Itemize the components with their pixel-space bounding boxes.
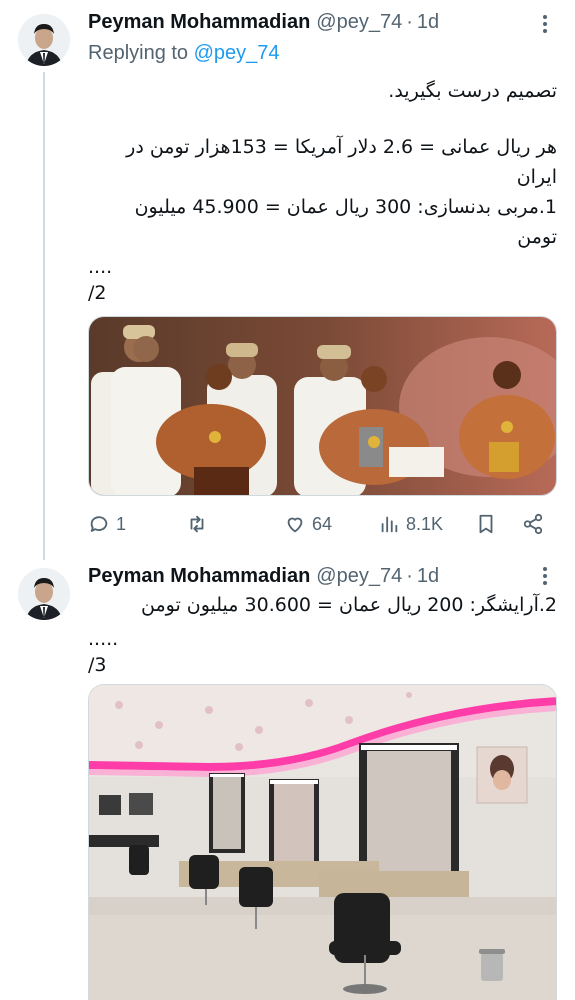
tweet-text-ellipsis: .... <box>88 256 113 278</box>
share-button[interactable] <box>522 510 544 538</box>
author-handle[interactable]: @pey_74 <box>316 11 402 34</box>
tweet-text-line-1: 2.آرایشگر: 200 ریال عمان = 30.600 میلیون… <box>140 594 557 616</box>
salon-photo-icon <box>89 685 556 1000</box>
tweet-image-bodybuilding[interactable] <box>88 316 557 496</box>
retweet-button[interactable] <box>186 510 214 538</box>
bookmark-button[interactable] <box>475 510 497 538</box>
tweet-header: Peyman Mohammadian @pey_74 · 1d <box>88 10 439 34</box>
tweet-text-thread-number: /2 <box>88 282 107 304</box>
replying-to-label: Replying to <box>88 42 189 64</box>
avatar[interactable] <box>18 14 70 66</box>
like-count: 64 <box>312 513 333 534</box>
tweet-actions: 1 64 8.1K <box>88 510 557 538</box>
view-count: 8.1K <box>406 513 444 534</box>
replying-to-handle[interactable]: @pey_74 <box>194 42 280 64</box>
heart-icon <box>287 517 303 533</box>
separator-dot: · <box>406 10 413 33</box>
author-handle[interactable]: @pey_74 <box>316 565 402 588</box>
reply-count: 1 <box>116 513 127 534</box>
tweet-text-thread-number: /3 <box>88 654 107 676</box>
tweet-text-line-3: 1.مربی بدنسازی: 300 ریال عمان = 45.900 م… <box>134 196 557 218</box>
views-icon <box>381 516 398 533</box>
tweet-image-salon[interactable] <box>88 684 557 1000</box>
reply-icon <box>90 516 108 532</box>
bodybuilding-photo-icon <box>89 317 556 495</box>
tweet-text-line-1: تصمیم درست بگیرید. <box>388 80 557 102</box>
author-name[interactable]: Peyman Mohammadian <box>88 11 310 34</box>
tweet-text-line-2: هر ریال عمانی = 2.6 دلار آمریکا = 153هزا… <box>126 136 557 188</box>
retweet-icon <box>190 515 204 533</box>
timestamp[interactable]: 1d <box>417 11 439 34</box>
like-button[interactable]: 64 <box>284 510 332 538</box>
replying-to: Replying to @pey_74 <box>88 42 280 65</box>
tweet-text-ellipsis: ..... <box>88 628 119 650</box>
bookmark-icon <box>479 514 493 534</box>
views-button[interactable]: 8.1K <box>378 510 443 538</box>
share-icon <box>523 513 543 535</box>
tweet-text-line-4: تومن <box>517 226 557 248</box>
more-options-icon[interactable] <box>533 564 557 588</box>
tweet-2[interactable]: Peyman Mohammadian @pey_74 · 1d 2.آرایشگ… <box>0 560 575 1000</box>
timestamp[interactable]: 1d <box>417 565 439 588</box>
author-name[interactable]: Peyman Mohammadian <box>88 565 310 588</box>
more-options-icon[interactable] <box>533 12 557 36</box>
tweet-1[interactable]: Peyman Mohammadian @pey_74 · 1d Replying… <box>0 0 575 560</box>
avatar[interactable] <box>18 568 70 620</box>
reply-button[interactable]: 1 <box>88 510 126 538</box>
separator-dot: · <box>406 564 413 587</box>
tweet-header: Peyman Mohammadian @pey_74 · 1d <box>88 564 439 588</box>
